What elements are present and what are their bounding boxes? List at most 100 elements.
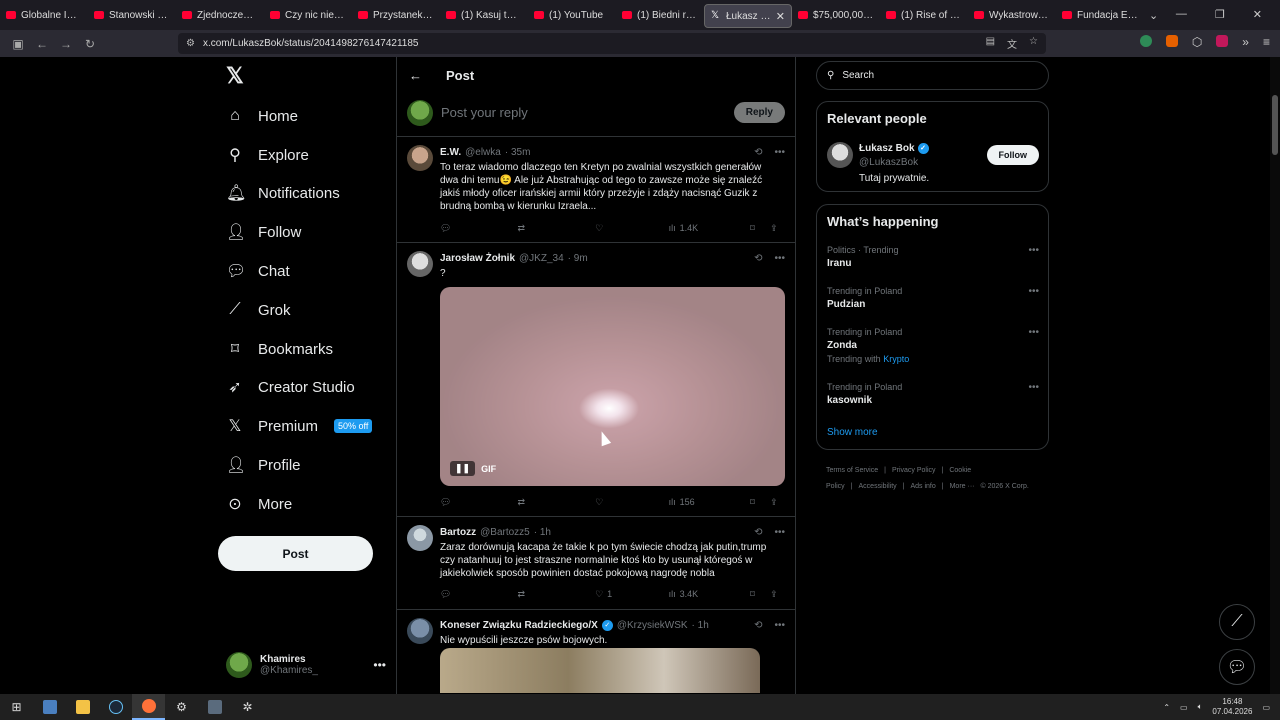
network-icon[interactable]: ▭ xyxy=(1180,703,1188,712)
avatar[interactable] xyxy=(407,525,433,551)
nav-item-follow[interactable]: 👤︎ Follow xyxy=(226,217,301,247)
tweet-time[interactable]: · 35m xyxy=(505,147,531,158)
reply-icon[interactable]: 💬︎ xyxy=(440,223,518,234)
trend-with-link[interactable]: Krypto xyxy=(883,354,909,364)
browser-tab[interactable]: (1) Biedni rodzic xyxy=(616,0,704,30)
file-explorer-icon[interactable] xyxy=(66,694,99,720)
maximize-icon[interactable]: ❐ xyxy=(1215,8,1225,21)
tweet-author-handle[interactable]: @JKZ_34 xyxy=(519,253,564,264)
back-arrow-icon[interactable]: ← xyxy=(409,68,422,83)
display-app-icon[interactable] xyxy=(33,694,66,720)
close-tab-icon[interactable]: ✕ xyxy=(776,10,785,23)
person-name[interactable]: Łukasz Bok xyxy=(859,143,915,154)
tweet[interactable]: Koneser Związku Radzieckiego/X ✓ @Krzysi… xyxy=(397,610,795,694)
notification-extension-icon[interactable] xyxy=(1216,35,1229,47)
avatar[interactable] xyxy=(407,145,433,171)
browser-tab[interactable]: (1) Rise of the N xyxy=(880,0,968,30)
overflow-chevron-icon[interactable]: » xyxy=(1242,35,1249,49)
browser-tab[interactable]: (1) Kasuj te zdjęc xyxy=(440,0,528,30)
address-bar[interactable]: ⚙ x.com/LukaszBok/status/204149827614742… xyxy=(178,33,1046,54)
scrollbar-thumb[interactable] xyxy=(1272,95,1278,155)
browser-tab[interactable]: Fundacja ECPU P xyxy=(1056,0,1144,30)
bookmark-icon[interactable]: ⌑ xyxy=(750,589,770,600)
tweet-author-name[interactable]: Jarosław Żołnik xyxy=(440,253,515,264)
grok-icon[interactable]: ⟲ xyxy=(754,253,762,264)
nav-item-chat[interactable]: 💬︎ Chat xyxy=(226,256,290,286)
browser-tab[interactable]: $75,000,000 Cry xyxy=(792,0,880,30)
grok-icon[interactable]: ⟲ xyxy=(754,620,762,631)
browser-tab[interactable]: (1) YouTube xyxy=(528,0,616,30)
retweet-icon[interactable]: ⇄ xyxy=(518,497,596,508)
tweet-author-name[interactable]: Bartozz xyxy=(440,527,476,538)
footer-link[interactable]: © 2026 X Corp. xyxy=(980,483,1028,490)
tweet-author-handle[interactable]: @KrzysiekWSK xyxy=(617,620,688,631)
more-dots-icon[interactable]: ••• xyxy=(774,620,785,631)
post-button[interactable]: Post xyxy=(218,536,373,571)
more-dots-icon[interactable]: ••• xyxy=(774,253,785,264)
tweet-author-name[interactable]: Koneser Związku Radzieckiego/X xyxy=(440,620,598,631)
person-handle[interactable]: @LukaszBok xyxy=(859,157,918,168)
tweet-time[interactable]: · 9m xyxy=(568,253,588,264)
browser-tab[interactable]: Globalne Imperi xyxy=(0,0,88,30)
trend-item[interactable]: Trending in Poland Zonda Trending with K… xyxy=(827,327,1039,371)
more-dots-icon[interactable]: ••• xyxy=(774,147,785,158)
share-icon[interactable]: ⇪ xyxy=(770,497,780,508)
tweet[interactable]: Bartozz @Bartozz5 · 1h ⟲ ••• Zaraz dorówn… xyxy=(397,517,795,610)
tweet[interactable]: Jarosław Żołnik @JKZ_34 · 9m ⟲ ••• ? ❚❚ G… xyxy=(397,243,795,517)
reply-button[interactable]: Reply xyxy=(733,102,785,123)
browser-tab[interactable]: Stanowski vs Wo xyxy=(88,0,176,30)
like-count[interactable]: ♡ 1 xyxy=(595,589,669,600)
more-dots-icon[interactable]: ••• xyxy=(1028,286,1039,297)
menu-icon[interactable]: ≡ xyxy=(1263,35,1270,49)
show-more-link[interactable]: Show more xyxy=(827,427,878,438)
settings-gear-icon[interactable]: ⚙ xyxy=(165,694,198,720)
notifications-icon[interactable]: ▭ xyxy=(1262,703,1270,712)
steam-icon[interactable] xyxy=(99,694,132,720)
gif-media[interactable]: ❚❚ GIF xyxy=(440,287,785,486)
site-info-icon[interactable]: ⚙ xyxy=(186,38,195,49)
avatar[interactable] xyxy=(407,251,433,277)
reply-icon[interactable]: 💬︎ xyxy=(440,497,518,508)
tweet-author-name[interactable]: E.W. xyxy=(440,147,461,158)
back-icon[interactable]: ← xyxy=(30,37,54,51)
chatgpt-icon[interactable]: ✲ xyxy=(231,694,264,720)
account-switcher[interactable]: Khamires @Khamires_ ••• xyxy=(226,647,386,683)
trend-item[interactable]: Politics · Trending Iranu ••• xyxy=(827,245,1039,285)
forward-icon[interactable]: → xyxy=(54,37,78,51)
sidebar-toggle-icon[interactable]: ▣ xyxy=(6,37,30,51)
close-window-icon[interactable]: ✕ xyxy=(1253,8,1262,21)
tweet-author-handle[interactable]: @elwka xyxy=(465,147,501,158)
more-dots-icon[interactable]: ••• xyxy=(1028,382,1039,393)
page-scrollbar[interactable] xyxy=(1270,57,1280,694)
relevant-person[interactable]: Łukasz Bok ✓ @LukaszBok Tutaj prywatnie.… xyxy=(827,142,1039,192)
browser-tab[interactable]: Przystanek Lomb xyxy=(352,0,440,30)
tab-list-chevron-icon[interactable]: ⌄ xyxy=(1149,9,1158,22)
like-icon[interactable]: ♡ xyxy=(595,223,669,234)
avatar[interactable] xyxy=(827,142,853,168)
tweet-time[interactable]: · 1h xyxy=(692,620,709,631)
grok-icon[interactable]: ⟲ xyxy=(754,147,762,158)
browser-tab[interactable]: Czy nic nie dzieje xyxy=(264,0,352,30)
tweet-photo[interactable] xyxy=(440,648,760,693)
nav-item-premium[interactable]: 𝕏 Premium 50% off xyxy=(226,411,373,441)
follow-button[interactable]: Follow xyxy=(986,145,1039,165)
tweet-author-handle[interactable]: @Bartozz5 xyxy=(480,527,530,538)
footer-link[interactable]: Accessibility xyxy=(859,483,897,490)
windows-start-icon[interactable]: ⊞ xyxy=(0,694,33,720)
nav-item-more[interactable]: ⊙ More xyxy=(226,489,292,519)
retweet-icon[interactable]: ⇄ xyxy=(518,589,596,600)
avatar[interactable] xyxy=(407,618,433,644)
nav-item-creator-studio[interactable]: ➶ Creator Studio xyxy=(226,372,354,402)
more-dots-icon[interactable]: ••• xyxy=(1028,245,1039,256)
footer-link[interactable]: Terms of Service xyxy=(826,467,878,474)
shield-extension-icon[interactable] xyxy=(1139,35,1152,47)
share-icon[interactable]: ⇪ xyxy=(770,223,780,234)
views-count[interactable]: ılı 1.4K xyxy=(669,223,751,233)
fox-extension-icon[interactable] xyxy=(1165,35,1178,47)
tweet-time[interactable]: · 1h xyxy=(534,527,551,538)
more-dots-icon[interactable]: ••• xyxy=(1028,327,1039,338)
extensions-icon[interactable]: ⬡ xyxy=(1192,35,1202,49)
footer-link[interactable]: Ads info xyxy=(910,483,935,490)
footer-link[interactable]: Privacy Policy xyxy=(892,467,936,474)
nav-item-explore[interactable]: ⚲ Explore xyxy=(226,140,309,170)
